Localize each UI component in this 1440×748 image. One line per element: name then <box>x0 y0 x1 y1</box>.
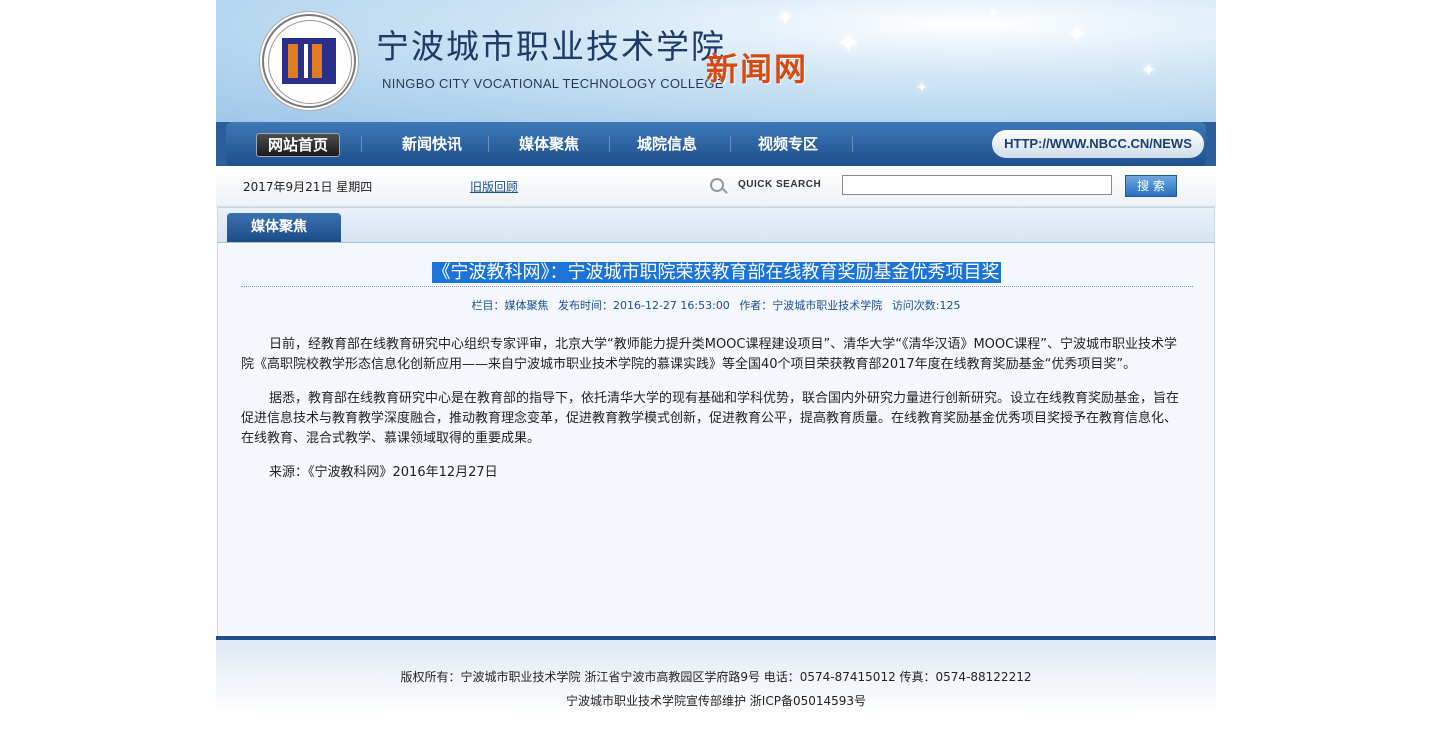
site-name: 新闻网 <box>706 50 809 88</box>
article-title-wrap: 《宁波教科网》：宁波城市职院荣获教育部在线教育奖励基金优秀项目奖 <box>218 258 1214 284</box>
article-source: 来源：《宁波教科网》2016年12月27日 <box>269 465 498 480</box>
college-logo[interactable] <box>262 14 356 108</box>
article-paragraph: 日前，经教育部在线教育研究中心组织专家评审，北京大学“教师能力提升类MOOC课程… <box>241 337 1177 372</box>
search-input[interactable] <box>842 175 1112 195</box>
section-tab[interactable]: 媒体聚焦 <box>227 213 341 242</box>
nav-item-campus[interactable]: 城院信息 <box>621 133 713 155</box>
search-button[interactable]: 搜 索 <box>1125 175 1177 197</box>
nav-bar: 网站首页 新闻快讯 媒体聚焦 城院信息 视频专区 HTTP://WWW.NBCC… <box>226 122 1206 166</box>
college-name-en: NINGBO CITY VOCATIONAL TECHNOLOGY COLLEG… <box>382 76 724 91</box>
footer-maintainer: 宁波城市职业技术学院宣传部维护 浙ICP备05014593号 <box>565 694 867 708</box>
meta-visits: 访问次数:125 <box>891 299 961 312</box>
article-paragraph: 据悉，教育部在线教育研究中心是在教育部的指导下，依托清华大学的现有基础和学科优势… <box>241 391 1180 446</box>
logo-emblem <box>282 38 336 84</box>
old-version-link[interactable]: 旧版回顾 <box>470 178 518 195</box>
meta-column: 栏目：媒体聚焦 <box>471 299 549 312</box>
nav-divider <box>609 136 610 152</box>
nav-item-media[interactable]: 媒体聚焦 <box>503 133 595 155</box>
article-body: 日前，经教育部在线教育研究中心组织专家评审，北京大学“教师能力提升类MOOC课程… <box>241 335 1186 497</box>
sparkle-icon: ✦ <box>776 6 795 31</box>
nav-item-video[interactable]: 视频专区 <box>742 133 834 155</box>
main-nav: 网站首页 新闻快讯 媒体聚焦 城院信息 视频专区 HTTP://WWW.NBCC… <box>216 122 1216 166</box>
sparkle-icon: ✦ <box>916 80 928 96</box>
footer: 版权所有：宁波城市职业技术学院 浙江省宁波市高教园区学府路9号 电话：0574-… <box>216 636 1216 748</box>
nav-divider <box>730 136 731 152</box>
page: ✦ ✦ ✦ ✦ ✦ ✦ 宁波城市职业技术学院 NINGBO CITY VOCAT… <box>216 0 1216 748</box>
sparkle-icon: ✦ <box>986 4 1000 23</box>
meta-time: 发布时间：2016-12-27 16:53:00 <box>557 299 730 312</box>
footer-copyright: 版权所有：宁波城市职业技术学院 浙江省宁波市高教园区学府路9号 电话：0574-… <box>400 670 1032 684</box>
info-bar: 2017年9月21日 星期四 旧版回顾 QUICK SEARCH 搜 索 <box>216 166 1216 207</box>
article-meta: 栏目：媒体聚焦 发布时间：2016-12-27 16:53:00 作者：宁波城市… <box>218 297 1214 313</box>
nav-divider <box>488 136 489 152</box>
nav-item-news[interactable]: 新闻快讯 <box>386 133 478 155</box>
search-icon <box>710 178 724 192</box>
quick-search-label: QUICK SEARCH <box>738 179 822 190</box>
nav-divider <box>361 136 362 152</box>
section-tab-strip: 媒体聚焦 <box>218 208 1214 243</box>
college-name-cn: 宁波城市职业技术学院 <box>376 27 726 66</box>
nav-divider <box>852 136 853 152</box>
title-divider <box>241 286 1193 287</box>
site-url[interactable]: HTTP://WWW.NBCC.CN/NEWS <box>992 130 1204 158</box>
content-panel: 媒体聚焦 《宁波教科网》：宁波城市职院荣获教育部在线教育奖励基金优秀项目奖 栏目… <box>217 207 1215 637</box>
current-date: 2017年9月21日 星期四 <box>243 180 373 194</box>
article-title: 《宁波教科网》：宁波城市职院荣获教育部在线教育奖励基金优秀项目奖 <box>431 262 1001 283</box>
sparkle-icon: ✦ <box>836 26 862 61</box>
header-banner: ✦ ✦ ✦ ✦ ✦ ✦ 宁波城市职业技术学院 NINGBO CITY VOCAT… <box>216 0 1216 122</box>
meta-author: 作者：宁波城市职业技术学院 <box>739 299 883 312</box>
nav-item-home[interactable]: 网站首页 <box>256 133 340 157</box>
sparkle-icon: ✦ <box>1066 20 1088 50</box>
sparkle-icon: ✦ <box>1141 60 1157 81</box>
